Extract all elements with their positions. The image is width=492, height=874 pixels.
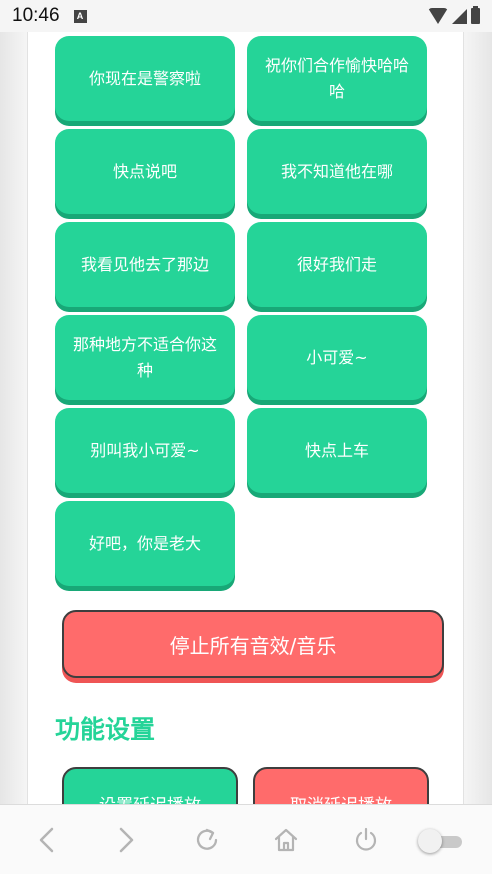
status-icons [428,6,480,24]
status-time: 10:46 [12,5,60,26]
back-icon[interactable] [30,823,64,857]
sound-button[interactable]: 我不知道他在哪 [247,129,427,214]
section-title: 功能设置 [55,715,156,744]
toggle-knob [418,829,442,853]
status-bar: 10:46 A [0,0,492,32]
wifi-icon [428,8,448,24]
home-icon[interactable] [269,823,303,857]
toggle-switch[interactable] [418,829,464,853]
page-content[interactable]: 你现在是警察啦 祝你们合作愉快哈哈哈 快点说吧 我不知道他在哪 我看见他去了那边… [28,32,463,804]
sound-button[interactable]: 快点上车 [247,408,427,493]
refresh-icon[interactable] [190,823,224,857]
sound-button[interactable]: 祝你们合作愉快哈哈哈 [247,36,427,121]
battery-icon [471,6,480,24]
sound-button[interactable]: 那种地方不适合你这种 [55,315,235,400]
cancel-delay-button[interactable]: 取消延迟播放 [253,767,429,804]
set-delay-button[interactable]: 设置延迟播放 [62,767,238,804]
signal-icon [452,8,467,24]
notification-icon: A [73,9,87,23]
power-icon[interactable] [349,823,383,857]
sound-button[interactable]: 小可爱~ [247,315,427,400]
sound-button[interactable]: 很好我们走 [247,222,427,307]
forward-icon[interactable] [109,823,143,857]
sound-button[interactable]: 你现在是警察啦 [55,36,235,121]
sound-button[interactable]: 好吧，你是老大 [55,501,235,586]
left-edge-shadow [0,32,28,804]
sound-button[interactable]: 快点说吧 [55,129,235,214]
sound-button[interactable]: 我看见他去了那边 [55,222,235,307]
stop-all-button[interactable]: 停止所有音效/音乐 [62,610,444,678]
right-edge-shadow [463,32,492,804]
browser-bottom-bar [0,804,492,874]
sound-button[interactable]: 别叫我小可爱~ [55,408,235,493]
sound-button-grid: 你现在是警察啦 祝你们合作愉快哈哈哈 快点说吧 我不知道他在哪 我看见他去了那边… [55,36,427,586]
